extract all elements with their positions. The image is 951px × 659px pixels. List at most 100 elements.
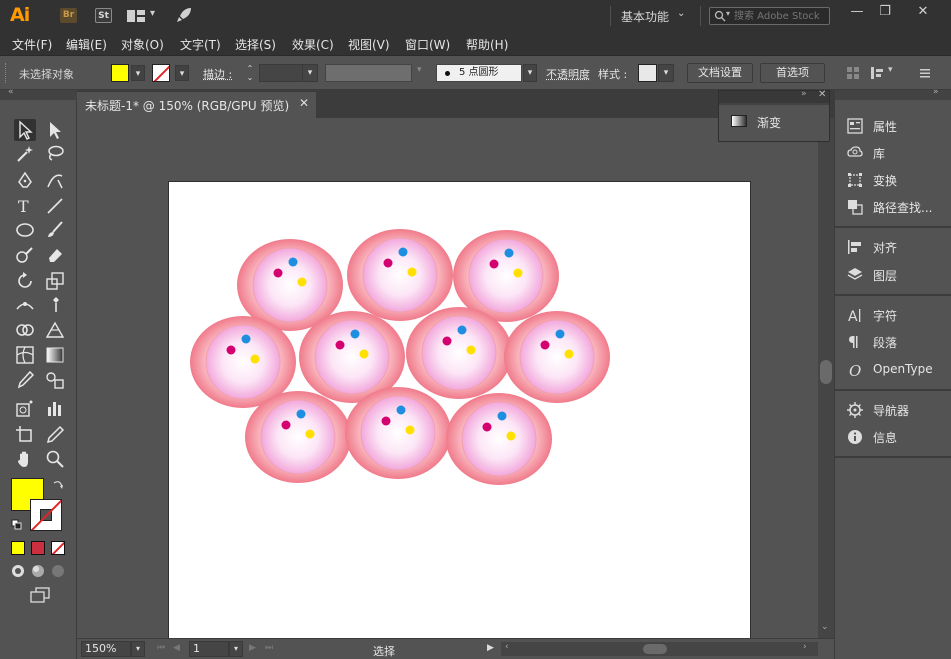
chevron-down-icon[interactable]: ▾ bbox=[417, 65, 422, 75]
preferences-button[interactable]: 首选项 bbox=[760, 63, 825, 83]
stroke-weight-stepper[interactable]: ⌃ ⌄ bbox=[243, 64, 257, 82]
ellipse-tool-icon[interactable] bbox=[14, 219, 36, 241]
vertical-scrollbar[interactable]: ⌄ bbox=[818, 118, 834, 638]
stroke-color-large[interactable] bbox=[30, 499, 62, 531]
menu-type[interactable]: 文字(T) bbox=[180, 36, 221, 53]
close-icon[interactable]: ✕ bbox=[912, 3, 934, 21]
bridge-icon[interactable]: Br bbox=[60, 8, 77, 23]
horizontal-scrollbar[interactable]: ‹ › bbox=[501, 642, 818, 656]
search-input[interactable] bbox=[734, 8, 829, 24]
blend-tool-icon[interactable] bbox=[44, 369, 66, 391]
chevron-down-icon[interactable]: ▾ bbox=[150, 8, 155, 19]
artboard-tool-icon[interactable] bbox=[14, 424, 36, 446]
fill-dropdown[interactable]: ▾ bbox=[131, 65, 145, 81]
zoom-dropdown[interactable]: ▾ bbox=[131, 641, 145, 657]
stock-icon[interactable]: St bbox=[95, 8, 112, 23]
artboard[interactable] bbox=[169, 182, 750, 638]
panel-opentype[interactable]: O OpenType bbox=[835, 358, 951, 382]
puppet-warp-tool-icon[interactable] bbox=[44, 294, 66, 316]
artboard-number-field[interactable]: 1 bbox=[189, 641, 229, 657]
draw-inside-icon[interactable] bbox=[51, 564, 65, 578]
column-graph-tool-icon[interactable] bbox=[44, 397, 66, 419]
align-to-icon[interactable] bbox=[846, 66, 860, 80]
paintbrush-tool-icon[interactable] bbox=[44, 219, 66, 241]
scroll-right-icon[interactable]: › bbox=[803, 642, 807, 652]
eraser-tool-icon[interactable] bbox=[44, 244, 66, 266]
shaper-tool-icon[interactable] bbox=[14, 244, 36, 266]
screen-mode-icon[interactable] bbox=[30, 587, 50, 603]
stroke-weight-dropdown[interactable]: ▾ bbox=[302, 64, 318, 82]
line-segment-tool-icon[interactable] bbox=[44, 195, 66, 217]
direct-selection-tool-icon[interactable] bbox=[44, 119, 66, 141]
hand-tool-icon[interactable] bbox=[14, 448, 36, 470]
panel-pathfinder[interactable]: 路径查找... bbox=[835, 195, 951, 219]
graphic-style-swatch[interactable] bbox=[638, 64, 657, 82]
draw-normal-icon[interactable] bbox=[11, 564, 25, 578]
scrollbar-thumb[interactable] bbox=[820, 360, 832, 384]
stroke-weight-input[interactable] bbox=[259, 64, 303, 82]
gradient-panel-header[interactable]: » ✕ bbox=[719, 89, 829, 103]
status-menu-icon[interactable]: ▶ bbox=[487, 643, 494, 653]
zoom-tool-icon[interactable] bbox=[44, 448, 66, 470]
scroll-down-icon[interactable]: ⌄ bbox=[821, 622, 829, 632]
collapse-icon[interactable]: » bbox=[801, 89, 807, 99]
scrollbar-thumb[interactable] bbox=[643, 644, 667, 654]
menu-select[interactable]: 选择(S) bbox=[235, 36, 276, 53]
cell-2[interactable] bbox=[347, 229, 453, 321]
cell-8[interactable] bbox=[245, 391, 351, 483]
minimize-icon[interactable]: — bbox=[846, 3, 868, 21]
rotate-tool-icon[interactable] bbox=[14, 270, 36, 292]
panel-align[interactable]: 对齐 bbox=[835, 235, 951, 259]
shape-builder-tool-icon[interactable] bbox=[14, 319, 36, 341]
default-fill-stroke-icon[interactable] bbox=[11, 519, 23, 531]
artwork[interactable] bbox=[169, 182, 750, 638]
none-mode-button[interactable] bbox=[51, 541, 65, 555]
lasso-tool-icon[interactable] bbox=[44, 143, 66, 165]
document-tab[interactable]: 未标题-1* @ 150% (RGB/GPU 预览) ✕ bbox=[77, 92, 316, 118]
curvature-tool-icon[interactable] bbox=[44, 170, 66, 192]
chevron-down-icon[interactable]: ⌄ bbox=[677, 8, 685, 19]
type-tool-icon[interactable]: T bbox=[14, 195, 36, 217]
panel-properties[interactable]: 属性 bbox=[835, 114, 951, 138]
panel-transform[interactable]: 变换 bbox=[835, 168, 951, 192]
cell-10[interactable] bbox=[446, 393, 552, 485]
menu-file[interactable]: 文件(F) bbox=[12, 36, 52, 53]
gradient-tool-icon[interactable] bbox=[44, 344, 66, 366]
menu-edit[interactable]: 编辑(E) bbox=[66, 36, 107, 53]
stroke-color-dropdown[interactable]: ▾ bbox=[175, 65, 189, 81]
panel-info[interactable]: 信息 bbox=[835, 425, 951, 449]
transform-options-icon[interactable] bbox=[870, 66, 884, 80]
brush-definition[interactable]: 5 点圆形 bbox=[436, 64, 522, 82]
gradient-panel-item[interactable]: 渐变 bbox=[719, 105, 829, 141]
panel-navigator[interactable]: 导航器 bbox=[835, 398, 951, 422]
first-artboard-icon[interactable]: ⏮ bbox=[157, 643, 165, 653]
document-setup-button[interactable]: 文档设置 bbox=[687, 63, 753, 83]
zoom-level-field[interactable]: 150% bbox=[81, 641, 131, 657]
panel-character[interactable]: A 字符 bbox=[835, 303, 951, 327]
stroke-label[interactable]: 描边 : bbox=[203, 66, 232, 82]
swap-fill-stroke-icon[interactable] bbox=[52, 479, 64, 491]
cell-7[interactable] bbox=[504, 311, 610, 403]
color-mode-button[interactable] bbox=[11, 541, 25, 555]
dock-header[interactable]: » bbox=[835, 87, 951, 100]
perspective-grid-tool-icon[interactable] bbox=[44, 319, 66, 341]
menu-window[interactable]: 窗口(W) bbox=[405, 36, 450, 53]
eyedropper-tool-icon[interactable] bbox=[14, 369, 36, 391]
maximize-icon[interactable]: ❐ bbox=[874, 3, 896, 21]
last-artboard-icon[interactable]: ⏭ bbox=[265, 643, 273, 653]
variable-width-profile[interactable] bbox=[325, 64, 412, 82]
opacity-label[interactable]: 不透明度 bbox=[546, 66, 590, 82]
chevron-down-icon[interactable]: ▾ bbox=[888, 65, 893, 75]
gpu-performance-icon[interactable] bbox=[175, 6, 193, 24]
previous-artboard-icon[interactable]: ◀ bbox=[173, 643, 180, 653]
selection-tool-icon[interactable] bbox=[14, 119, 36, 141]
draw-behind-icon[interactable] bbox=[31, 564, 45, 578]
canvas-area[interactable] bbox=[77, 118, 818, 638]
cell-6[interactable] bbox=[406, 307, 512, 399]
tools-panel-header[interactable]: « bbox=[0, 87, 77, 100]
pen-tool-icon[interactable] bbox=[14, 170, 36, 192]
width-tool-icon[interactable] bbox=[14, 294, 36, 316]
stock-search[interactable]: ▾ bbox=[709, 7, 830, 25]
menu-effect[interactable]: 效果(C) bbox=[292, 36, 334, 53]
style-dropdown[interactable]: ▾ bbox=[658, 64, 674, 82]
